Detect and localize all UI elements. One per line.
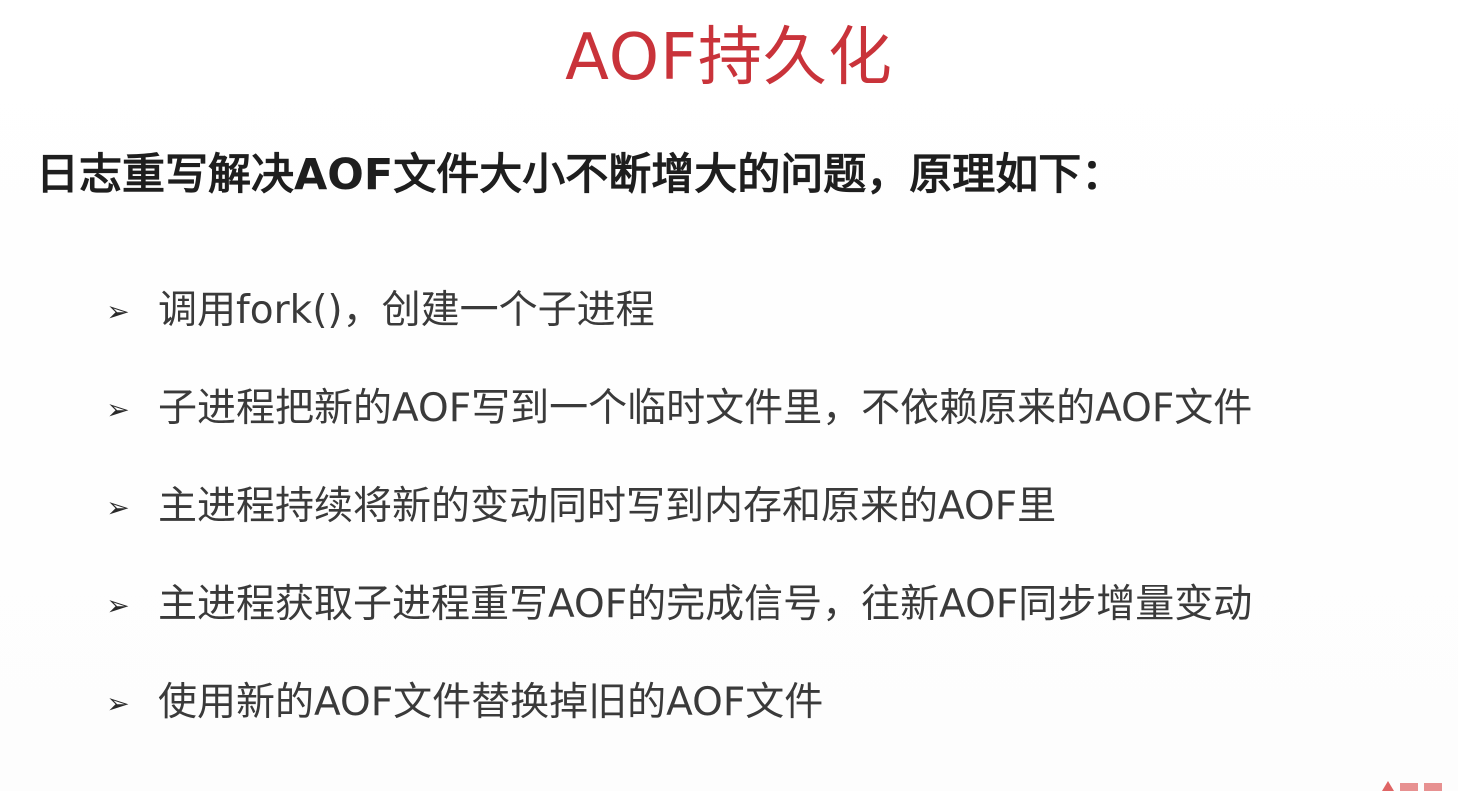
arrow-bullet-icon: ➢: [106, 588, 130, 622]
bullet-list: ➢ 调用fork()，创建一个子进程 ➢ 子进程把新的AOF写到一个临时文件里，…: [100, 262, 1252, 752]
slide: AOF持久化 日志重写解决AOF文件大小不断增大的问题，原理如下： ➢ 调用fo…: [0, 0, 1458, 791]
slide-subtitle: 日志重写解决AOF文件大小不断增大的问题，原理如下：: [36, 150, 1125, 200]
list-item: ➢ 调用fork()，创建一个子进程: [100, 262, 1252, 360]
list-item: ➢ 子进程把新的AOF写到一个临时文件里，不依赖原来的AOF文件: [100, 360, 1252, 458]
bullet-text: 使用新的AOF文件替换掉旧的AOF文件: [158, 680, 824, 725]
list-item: ➢ 主进程持续将新的变动同时写到内存和原来的AOF里: [100, 458, 1252, 556]
bullet-text: 调用fork()，创建一个子进程: [158, 288, 655, 333]
arrow-bullet-icon: ➢: [106, 490, 130, 524]
bullet-text: 主进程持续将新的变动同时写到内存和原来的AOF里: [158, 484, 1057, 529]
bullet-text: 子进程把新的AOF写到一个临时文件里，不依赖原来的AOF文件: [158, 386, 1253, 431]
arrow-bullet-icon: ➢: [106, 392, 130, 426]
list-item: ➢ 使用新的AOF文件替换掉旧的AOF文件: [100, 654, 1252, 752]
arrow-bullet-icon: ➢: [106, 686, 130, 720]
bullet-text: 主进程获取子进程重写AOF的完成信号，往新AOF同步增量变动: [158, 582, 1253, 627]
watermark-icon: [1382, 781, 1442, 791]
arrow-bullet-icon: ➢: [106, 294, 130, 328]
watermark-logo: [1380, 777, 1450, 791]
slide-title: AOF持久化: [565, 21, 893, 95]
list-item: ➢ 主进程获取子进程重写AOF的完成信号，往新AOF同步增量变动: [100, 556, 1252, 654]
